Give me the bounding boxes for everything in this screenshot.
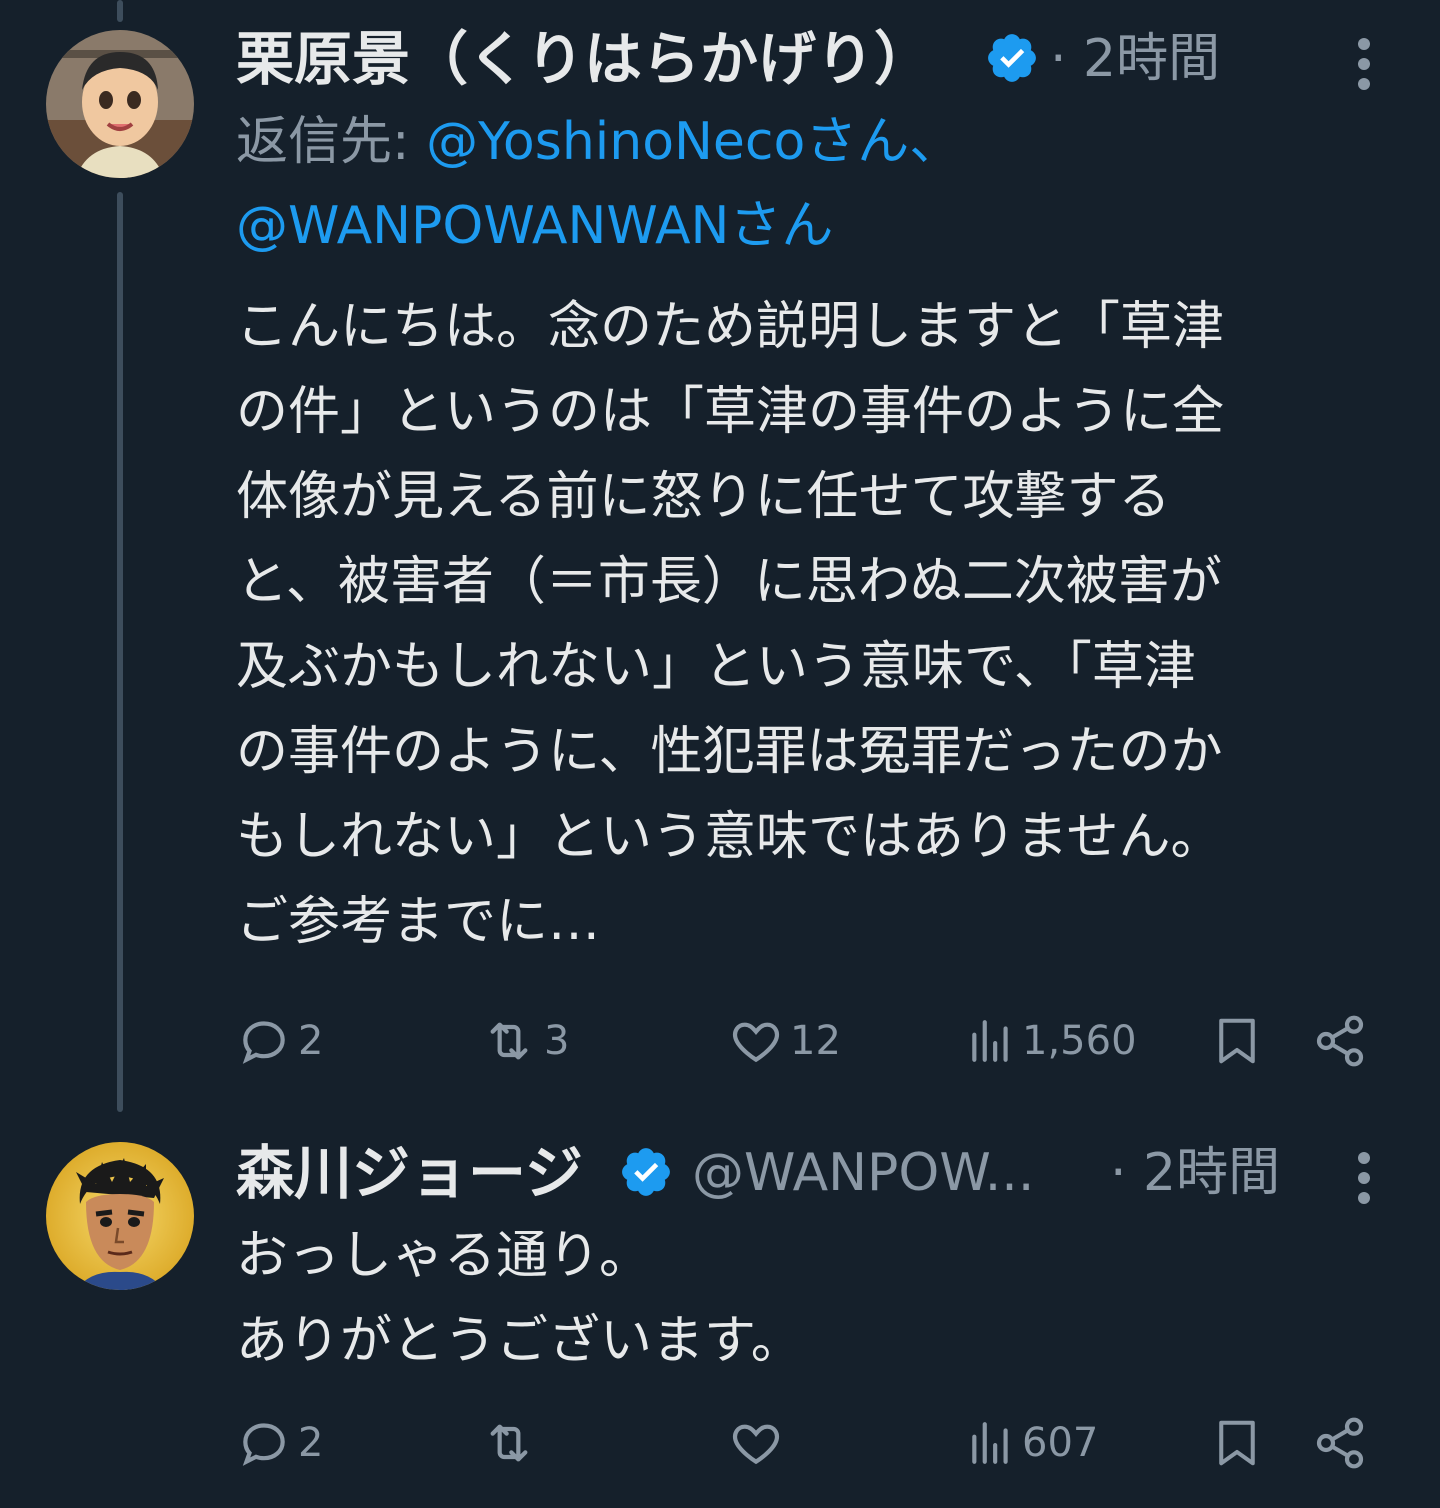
avatar[interactable] bbox=[46, 1142, 194, 1290]
reply-count: 2 bbox=[298, 1420, 324, 1466]
reply-button[interactable]: 2 bbox=[236, 1408, 323, 1478]
view-count: 1,560 bbox=[1022, 1018, 1137, 1064]
like-button[interactable] bbox=[728, 1408, 790, 1478]
like-icon bbox=[732, 1424, 780, 1465]
reply-icon bbox=[242, 1021, 285, 1064]
timestamp[interactable]: · 2時間 bbox=[1050, 33, 1220, 85]
avatar[interactable] bbox=[46, 30, 194, 178]
retweet-count: 3 bbox=[544, 1018, 570, 1064]
share-icon bbox=[1316, 1015, 1364, 1067]
reply-count: 2 bbox=[298, 1018, 324, 1064]
timestamp[interactable]: · 2時間 bbox=[1110, 1147, 1280, 1199]
bookmark-icon bbox=[1219, 1018, 1255, 1064]
reply-to-prefix: 返信先: bbox=[236, 112, 427, 172]
tweet-actions: 2 3 12 1,560 bbox=[0, 1006, 1440, 1076]
share-icon bbox=[1316, 1417, 1364, 1469]
views-icon bbox=[972, 1020, 1008, 1062]
tweet[interactable]: 栗原景（くりはらかげり） · 2時間 返信先: @YoshinoNecoさん、 … bbox=[0, 0, 1440, 1110]
more-icon[interactable] bbox=[1358, 1152, 1372, 1212]
tweet-text: おっしゃる通り。 ありがとうございます。 bbox=[236, 1226, 803, 1371]
display-name[interactable]: 森川ジョージ bbox=[236, 1144, 583, 1202]
display-name[interactable]: 栗原景（くりはらかげり） bbox=[236, 30, 932, 88]
share-button[interactable] bbox=[1312, 1006, 1368, 1076]
verified-icon bbox=[622, 1148, 670, 1196]
mention-link[interactable]: @YoshinoNecoさん、 bbox=[426, 112, 961, 172]
tweet-actions: 2 607 bbox=[0, 1408, 1440, 1478]
like-button[interactable]: 12 bbox=[728, 1006, 841, 1076]
like-icon bbox=[732, 1022, 780, 1063]
tweet-text: こんにちは。念のため説明しますと「草津 の件」というのは「草津の事件のように全 … bbox=[236, 297, 1225, 952]
reply-to: 返信先: @YoshinoNecoさん、 @WANPOWANWANさん bbox=[236, 100, 1386, 268]
bookmark-icon bbox=[1219, 1420, 1255, 1466]
reply-button[interactable]: 2 bbox=[236, 1006, 323, 1076]
reply-icon bbox=[242, 1423, 285, 1466]
views-button[interactable]: 607 bbox=[966, 1408, 1098, 1478]
views-button[interactable]: 1,560 bbox=[966, 1006, 1137, 1076]
handle[interactable]: @WANPOW... bbox=[692, 1147, 1034, 1199]
mention-link[interactable]: @WANPOWANWANさん bbox=[236, 196, 833, 256]
tweet[interactable]: 森川ジョージ @WANPOW... · 2時間 おっしゃる通り。 ありがとうござ… bbox=[0, 1110, 1440, 1508]
bookmark-button[interactable] bbox=[1210, 1006, 1264, 1076]
retweet-button[interactable] bbox=[480, 1408, 544, 1478]
verified-icon bbox=[988, 34, 1036, 82]
view-count: 607 bbox=[1022, 1420, 1099, 1466]
retweet-button[interactable]: 3 bbox=[480, 1006, 569, 1076]
share-button[interactable] bbox=[1312, 1408, 1368, 1478]
like-count: 12 bbox=[790, 1018, 841, 1064]
retweet-icon bbox=[490, 1424, 528, 1462]
retweet-icon bbox=[490, 1022, 528, 1060]
more-icon[interactable] bbox=[1358, 38, 1372, 98]
bookmark-button[interactable] bbox=[1210, 1408, 1264, 1478]
views-icon bbox=[972, 1422, 1008, 1464]
